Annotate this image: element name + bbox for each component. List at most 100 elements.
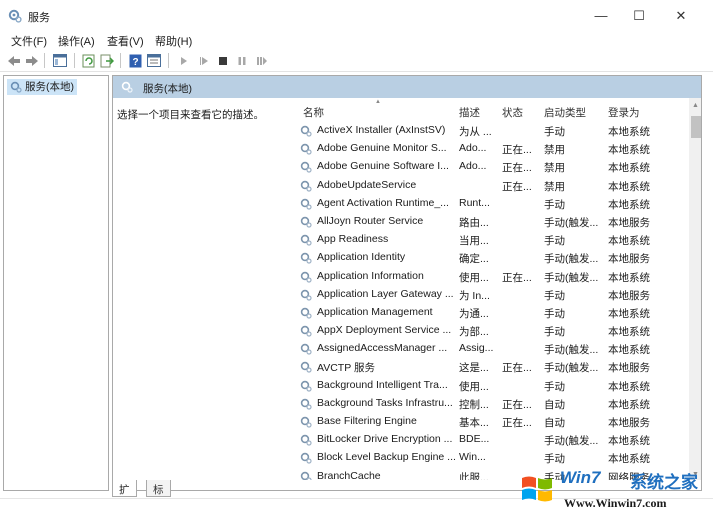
properties-icon[interactable] [146, 53, 162, 68]
refresh-icon[interactable] [81, 53, 97, 68]
scroll-thumb[interactable] [691, 116, 701, 138]
cell-startup-type: 手动 [544, 453, 565, 466]
menu-file[interactable]: 文件(F) [11, 33, 47, 49]
service-gear-icon [300, 143, 312, 155]
table-row[interactable]: Application Information 使用... 正在... 手动(触发..… [289, 268, 689, 286]
table-row[interactable]: AssignedAccessManager ... Assig... 手动(触发..… [289, 340, 689, 358]
scroll-up-arrow-icon[interactable]: ▲ [692, 102, 699, 109]
table-row[interactable]: AllJoyn Router Service 路由... 手动(触发... 本地服务 [289, 213, 689, 231]
table-row[interactable]: Block Level Backup Engine ... Win... 手动 本地系… [289, 449, 689, 467]
cell-logon-as: 本地服务 [608, 216, 650, 229]
cell-service-name: Block Level Backup Engine ... [317, 451, 456, 464]
restart-icon[interactable] [254, 53, 270, 68]
cell-service-name: Application Information [317, 269, 424, 282]
service-gear-icon [300, 253, 312, 264]
table-row[interactable]: AppX Deployment Service ... 为部... 手动 本地系统 [289, 322, 689, 340]
toolbar-separator [74, 53, 75, 68]
table-row[interactable]: Adobe Genuine Software I... Ado... 正在... 禁用… [289, 158, 689, 176]
back-icon[interactable] [6, 53, 22, 68]
table-row[interactable]: BitLocker Drive Encryption ... BDE... 手动(触… [289, 431, 689, 449]
service-gear-icon [300, 344, 312, 355]
cell-service-name: App Readiness [317, 233, 389, 246]
menu-action[interactable]: 操作(A) [58, 33, 95, 49]
svg-text:?: ? [132, 57, 138, 68]
cell-service-name: AssignedAccessManager ... [317, 342, 448, 355]
forward-icon[interactable] [24, 53, 40, 68]
cell-logon-as: 本地系统 [608, 307, 650, 320]
cell-status: 正在... [502, 271, 532, 284]
cell-description: 当用... [459, 235, 489, 248]
cell-startup-type: 手动 [544, 307, 565, 320]
cell-service-name: Background Intelligent Tra... [317, 378, 448, 391]
service-gear-icon [300, 180, 312, 192]
service-gear-icon [300, 307, 312, 319]
table-row[interactable]: ActiveX Installer (AxInstSV) 为从 ... 手动 本地系统 [289, 122, 689, 140]
cell-status: 正在... [502, 417, 532, 429]
watermark-brand: Win7 [560, 468, 601, 487]
table-row[interactable]: Base Filtering Engine 基本... 正在... 自动 本地服务 [289, 413, 689, 431]
table-row[interactable]: Application Management 为通... 手动 本地系统 [289, 304, 689, 322]
cell-description: 使用... [459, 380, 489, 393]
cell-description: BDE... [459, 433, 490, 446]
tab-extended[interactable]: 扩展 [112, 480, 137, 511]
table-row[interactable]: Application Identity 确定... 手动(触发... 本地服务 [289, 249, 689, 267]
table-row[interactable]: Agent Activation Runtime_... Runt... 手动 本地系… [289, 195, 689, 213]
cell-service-name: Application Management [317, 305, 433, 318]
column-header-status[interactable]: 状态 [502, 105, 523, 120]
cell-startup-type: 手动 [544, 380, 565, 393]
services-rows: ActiveX Installer (AxInstSV) 为从 ... 手动 本地系统… [289, 122, 689, 480]
pause-icon[interactable] [234, 53, 250, 68]
service-gear-icon [300, 198, 312, 210]
export-list-icon[interactable] [99, 53, 115, 68]
menu-view[interactable]: 查看(V) [107, 33, 144, 49]
table-row[interactable]: Adobe Genuine Monitor S... Ado... 正在... 禁用 本… [289, 140, 689, 158]
table-row[interactable]: AVCTP 服务 这是... 正在... 手动(触发... 本地服务 [289, 358, 689, 376]
column-header-description[interactable]: 描述 [459, 105, 480, 120]
cell-logon-as: 本地系统 [608, 380, 650, 393]
tree-item-services-local[interactable]: 服务(本地) [7, 79, 77, 95]
cell-logon-as: 本地服务 [608, 417, 650, 429]
tab-standard[interactable]: 标准 [146, 480, 171, 511]
cell-logon-as: 本地服务 [608, 289, 650, 302]
cell-description: 此服... [459, 471, 489, 480]
table-row[interactable]: Application Layer Gateway ... 为 In... 手动 本地… [289, 286, 689, 304]
close-button[interactable]: ✕ [670, 6, 692, 26]
column-header-name[interactable]: 名称 [303, 105, 324, 120]
cell-logon-as: 本地系统 [608, 435, 650, 448]
column-header-logon-as[interactable]: 登录为 [608, 105, 640, 120]
cell-service-name: AdobeUpdateService [317, 178, 417, 191]
table-row[interactable]: Background Intelligent Tra... 使用... 手动 本地系统 [289, 377, 689, 395]
cell-startup-type: 手动(触发... [544, 216, 599, 229]
start-icon[interactable] [176, 53, 192, 68]
cell-status: 正在... [502, 162, 532, 175]
cell-service-name: BitLocker Drive Encryption ... [317, 433, 453, 446]
cell-startup-type: 禁用 [544, 180, 565, 193]
maximize-button[interactable]: ☐ [628, 6, 650, 26]
cell-description: 为从 ... [459, 126, 492, 138]
start-alt-icon[interactable] [196, 53, 212, 68]
cell-startup-type: 禁用 [544, 162, 565, 175]
cell-description: 路由... [459, 216, 489, 229]
cell-service-name: Base Filtering Engine [317, 415, 417, 427]
cell-status: 正在... [502, 398, 532, 411]
cell-description: Ado... [459, 160, 487, 173]
menu-bar: 文件(F) 操作(A) 查看(V) 帮助(H) [0, 31, 713, 49]
cell-startup-type: 手动 [544, 326, 565, 339]
cell-description: 为 In... [459, 289, 490, 302]
vertical-scrollbar[interactable]: ▲ ▼ [689, 98, 701, 480]
table-row[interactable]: Background Tasks Infrastru... 控制... 正在... 自… [289, 395, 689, 413]
cell-startup-type: 手动(触发... [544, 344, 599, 357]
minimize-button[interactable]: — [590, 6, 612, 26]
cell-status: 正在... [502, 144, 532, 157]
table-row[interactable]: App Readiness 当用... 手动 本地系统 [289, 231, 689, 249]
table-row[interactable]: AdobeUpdateService 正在... 禁用 本地系统 [289, 177, 689, 195]
column-header-startup-type[interactable]: 启动类型 [544, 105, 586, 120]
console-tree-icon[interactable] [52, 53, 68, 68]
cell-description: Ado... [459, 142, 487, 155]
stop-icon[interactable] [215, 53, 231, 68]
help-icon[interactable]: ? [127, 53, 143, 68]
cell-service-name: BranchCache [317, 469, 381, 480]
cell-logon-as: 本地系统 [608, 162, 650, 175]
cell-logon-as: 本地系统 [608, 271, 650, 284]
menu-help[interactable]: 帮助(H) [155, 33, 192, 49]
